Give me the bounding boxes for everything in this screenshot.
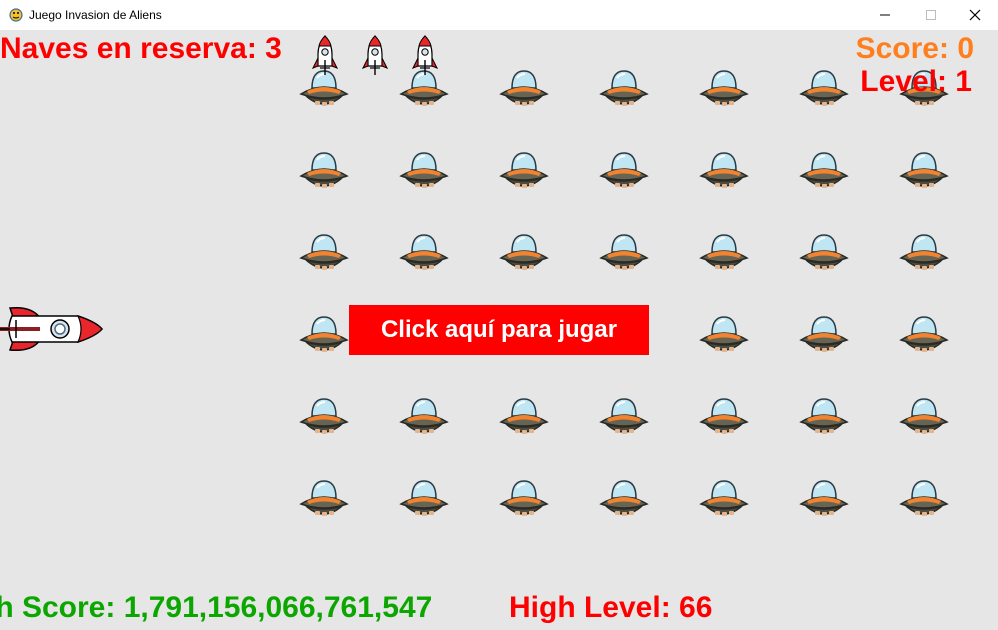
alien-ufo-icon [498,150,550,194]
alien-ufo-icon [298,314,350,358]
alien-ufo-icon [298,396,350,440]
score-label: Score: 0 [855,32,974,65]
alien-ufo-icon [798,314,850,358]
alien-ufo-icon [298,150,350,194]
reserve-ship-icon [361,34,389,76]
window-title: Juego Invasion de Aliens [29,8,162,22]
alien-ufo-icon [398,396,450,440]
alien-ufo-icon [898,396,950,440]
alien-ufo-icon [798,150,850,194]
alien-ufo-icon [798,396,850,440]
alien-ufo-icon [798,68,850,112]
reserve-ship-icon [411,34,439,76]
alien-ufo-icon [698,314,750,358]
alien-ufo-icon [598,68,650,112]
play-button[interactable]: Click aquí para jugar [349,305,649,355]
maximize-button[interactable] [908,0,954,30]
alien-ufo-icon [498,396,550,440]
alien-ufo-icon [698,396,750,440]
close-button[interactable] [952,0,998,30]
alien-ufo-icon [898,150,950,194]
alien-ufo-icon [498,478,550,522]
alien-ufo-icon [698,478,750,522]
game-canvas[interactable]: Naves en reserva: 3 Score: 0 Level: 1 Cl… [0,30,998,630]
alien-ufo-icon [598,396,650,440]
alien-ufo-icon [398,478,450,522]
alien-ufo-icon [698,232,750,276]
reserve-ships-label: Naves en reserva: 3 [0,32,282,65]
alien-ufo-icon [298,478,350,522]
close-icon [969,9,981,21]
alien-ufo-icon [898,478,950,522]
alien-ufo-icon [498,68,550,112]
pygame-snake-icon [9,8,23,22]
alien-ufo-icon [498,232,550,276]
alien-ufo-icon [698,68,750,112]
alien-ufo-icon [798,232,850,276]
player-ship [0,306,103,352]
minimize-button[interactable] [862,0,908,30]
alien-ufo-icon [398,232,450,276]
alien-ufo-icon [598,232,650,276]
minimize-icon [880,14,890,16]
alien-ufo-icon [598,150,650,194]
alien-ufo-icon [398,150,450,194]
alien-ufo-icon [798,478,850,522]
alien-ufo-icon [698,150,750,194]
reserve-ship-icon [311,34,339,76]
alien-ufo-icon [898,314,950,358]
alien-ufo-icon [298,232,350,276]
high-level-label: High Level: 66 [509,591,713,624]
alien-ufo-icon [598,478,650,522]
high-score-label: gh Score: 1,791,156,066,761,547 [0,591,433,624]
alien-ufo-icon [898,232,950,276]
level-label: Level: 1 [860,65,972,98]
maximize-icon [926,10,936,20]
window-titlebar: Juego Invasion de Aliens [0,0,998,30]
